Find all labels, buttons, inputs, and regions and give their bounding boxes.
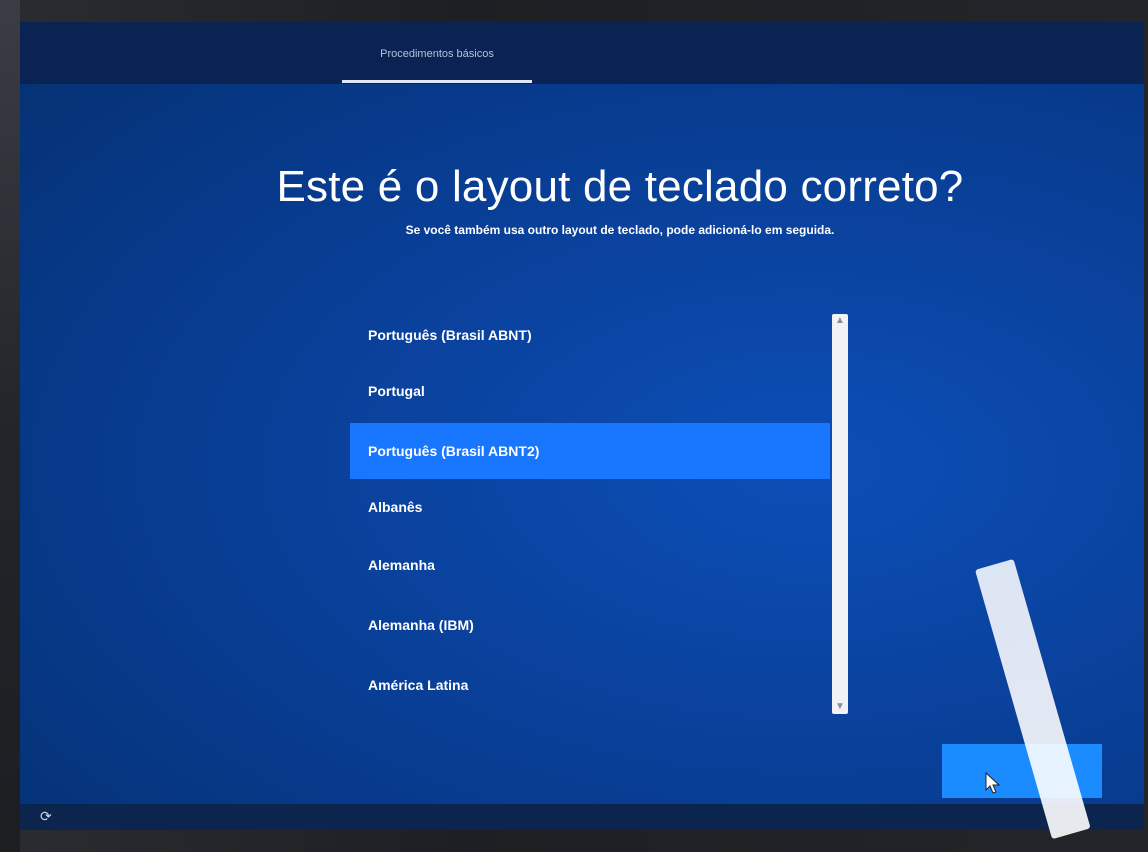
page-subtitle: Se você também usa outro layout de tecla… [405,223,835,237]
list-item-selected[interactable]: Português (Brasil ABNT2) [350,423,830,479]
tab-basic-procedures[interactable]: Procedimentos básicos [342,40,532,80]
bottom-bar: ⟳ [20,804,1144,830]
mouse-pointer-icon [985,772,1001,794]
background-object [0,0,20,852]
top-bar: Procedimentos básicos [20,22,1144,84]
list-item[interactable]: Português (Brasil ABNT) [350,307,830,363]
setup-screen: Procedimentos básicos Este é o layout de… [20,22,1144,830]
chevron-down-icon[interactable]: ▼ [832,700,848,714]
keyboard-layout-list: Português (Brasil ABNT) Portugal Portugu… [350,307,830,722]
list-item[interactable]: Albanês [350,479,830,535]
list-item[interactable]: Portugal [350,363,830,419]
list-scrollbar[interactable]: ▲ ▼ [832,314,848,714]
chevron-up-icon[interactable]: ▲ [832,314,848,328]
list-item[interactable]: América Latina [350,657,830,713]
accessibility-icon[interactable]: ⟳ [40,808,52,825]
list-item[interactable]: Alemanha [350,537,830,593]
page-title: Este é o layout de teclado correto? [276,162,964,211]
tab-underline [342,80,532,83]
list-item[interactable]: Alemanha (IBM) [350,597,830,653]
